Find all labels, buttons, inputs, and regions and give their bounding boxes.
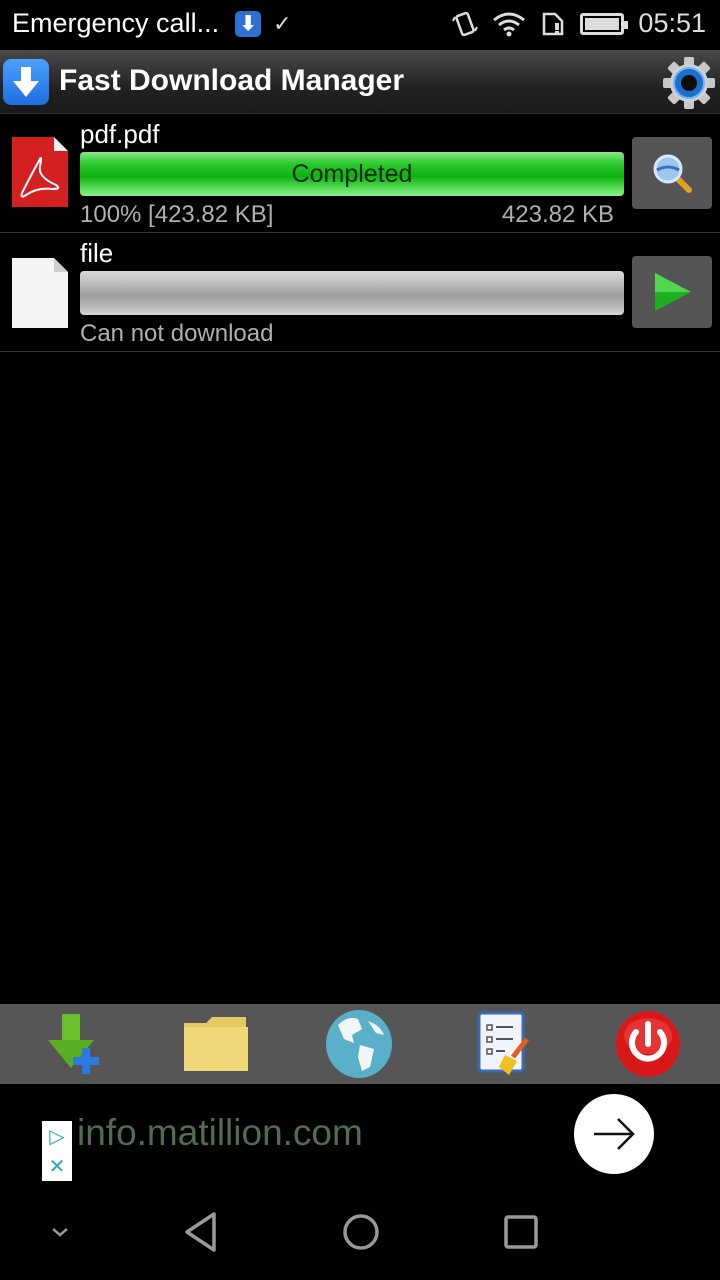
collapse-nav-button[interactable]	[30, 1210, 90, 1254]
download-plus-icon	[48, 1014, 99, 1074]
sim-icon	[543, 12, 564, 35]
exit-button[interactable]	[612, 1010, 684, 1078]
download-notification-icon: ⬇	[235, 10, 262, 37]
folder-icon	[184, 1017, 248, 1071]
size-text: 423.82 KB	[501, 201, 614, 228]
check-notification-icon: ✓	[273, 10, 292, 36]
adchoices-icon[interactable]: ▷	[49, 1124, 64, 1149]
battery-icon	[580, 12, 629, 35]
settings-button[interactable]	[662, 56, 716, 110]
search-icon	[653, 154, 692, 193]
home-button[interactable]	[331, 1210, 391, 1254]
download-item[interactable]: pdf.pdf Completed 100% [423.82 KB] 423.8…	[0, 115, 720, 233]
browser-button[interactable]	[323, 1010, 395, 1078]
home-icon	[343, 1214, 379, 1250]
power-icon	[616, 1011, 680, 1077]
progress-text: 100% [423.82 KB]	[80, 201, 274, 228]
arrow-right-icon	[594, 1118, 635, 1150]
app-bar: Fast Download Manager	[0, 50, 720, 114]
status-label	[80, 271, 624, 315]
carrier-text: Emergency call...	[12, 8, 220, 38]
ad-badge[interactable]: ▷ ✕	[42, 1121, 72, 1181]
clear-list-button[interactable]	[465, 1010, 537, 1078]
gear-icon	[663, 57, 715, 109]
recents-icon	[504, 1215, 538, 1249]
back-icon	[185, 1212, 216, 1252]
ad-text[interactable]: info.matillion.com	[77, 1112, 363, 1154]
add-download-button[interactable]	[38, 1010, 110, 1078]
app-logo-icon	[3, 59, 49, 105]
progress-text: Can not download	[80, 320, 274, 347]
progress-bar	[80, 271, 624, 315]
vibrate-icon	[452, 11, 479, 36]
generic-file-icon	[12, 258, 68, 328]
file-name: file	[80, 238, 114, 268]
bottom-toolbar	[0, 1004, 720, 1084]
clock: 05:51	[638, 8, 706, 38]
globe-icon	[326, 1010, 392, 1078]
progress-bar: Completed	[80, 152, 624, 196]
app-title: Fast Download Manager	[59, 64, 405, 97]
status-bar: Emergency call... ⬇ ✓ 05:51	[0, 0, 720, 50]
clear-list-icon	[477, 1011, 529, 1075]
back-button[interactable]	[171, 1210, 231, 1254]
chevron-down-icon	[52, 1228, 68, 1237]
open-file-button[interactable]	[632, 137, 712, 209]
open-folder-button[interactable]	[180, 1010, 252, 1078]
resume-download-button[interactable]	[632, 256, 712, 328]
wifi-icon	[493, 12, 526, 36]
ad-open-button[interactable]	[574, 1094, 654, 1174]
navigation-bar	[0, 1194, 720, 1280]
download-item[interactable]: file Can not download	[0, 234, 720, 352]
pdf-file-icon	[12, 137, 68, 207]
status-label: Completed	[291, 159, 413, 188]
ad-banner[interactable]: ▷ ✕ info.matillion.com	[0, 1084, 720, 1194]
ad-close-icon[interactable]: ✕	[49, 1154, 66, 1179]
file-name: pdf.pdf	[80, 119, 160, 149]
recents-button[interactable]	[491, 1210, 551, 1254]
play-icon	[655, 273, 691, 311]
